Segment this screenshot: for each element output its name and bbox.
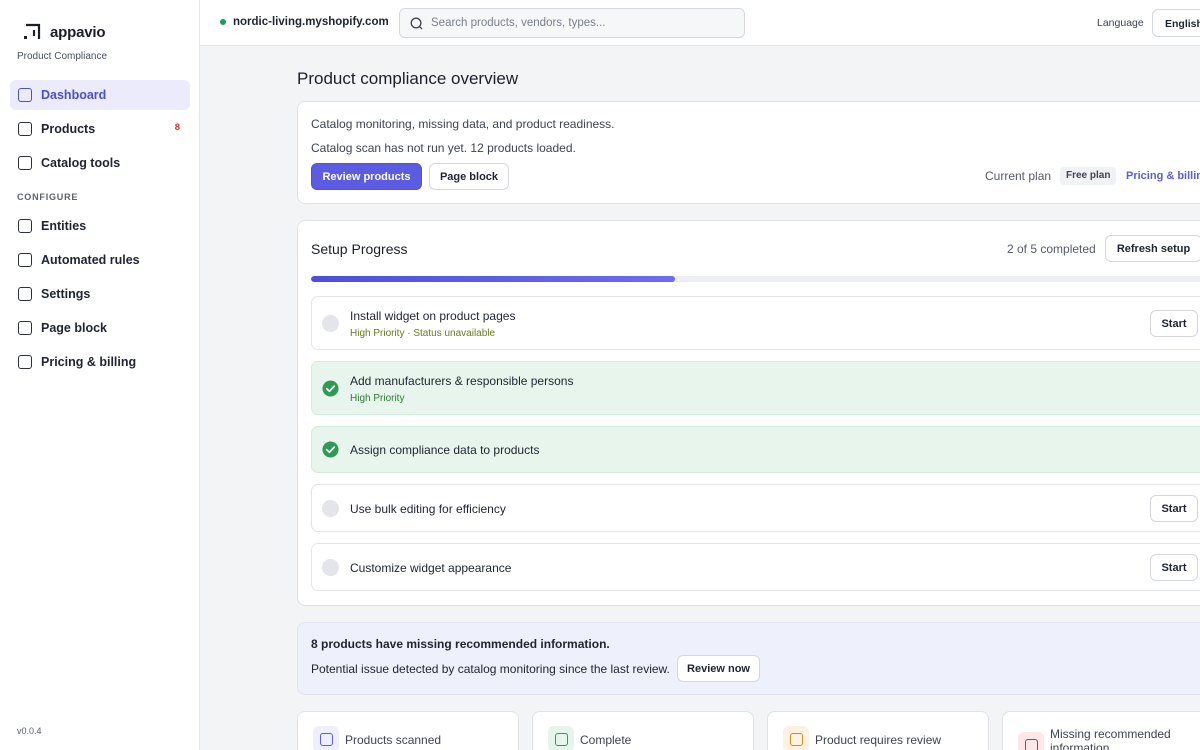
page-block-button[interactable]: Page block: [429, 163, 509, 190]
review-now-button[interactable]: Review now: [677, 655, 760, 682]
stat-icon-box: [313, 726, 339, 750]
sidebar-item-automated-rules[interactable]: Automated rules: [10, 245, 190, 275]
review-icon: [789, 732, 803, 746]
current-plan-label: Current plan: [985, 169, 1052, 183]
language-label: Language: [1097, 17, 1144, 29]
setup-count: 2 of 5 completed: [1007, 242, 1096, 256]
pending-circle-icon: [322, 559, 339, 576]
sidebar-item-page-block[interactable]: Page block: [10, 313, 190, 343]
stat-label: Missing recommended information: [1050, 727, 1171, 750]
task-install-widget: Install widget on product pages High Pri…: [311, 296, 1200, 350]
start-button[interactable]: Start: [1150, 554, 1198, 581]
task-customize-widget: Customize widget appearance Start: [311, 543, 1200, 591]
search-box[interactable]: [399, 8, 745, 38]
dashboard-icon: [18, 88, 32, 102]
products-count-badge: 8: [174, 122, 180, 133]
pricing-billing-link[interactable]: Pricing & billing: [1126, 170, 1200, 182]
setup-progress-card: Setup Progress 2 of 5 completed Refresh …: [297, 220, 1200, 606]
brand[interactable]: appavio: [22, 22, 105, 42]
setup-title: Setup Progress: [311, 241, 408, 257]
sidebar-item-dashboard[interactable]: Dashboard: [10, 80, 190, 110]
search-input[interactable]: [431, 17, 731, 29]
appavio-logo-icon: [24, 23, 41, 39]
sidebar-item-products[interactable]: Products 8: [10, 114, 190, 144]
task-title: Add manufacturers & responsible persons: [350, 374, 574, 388]
settings-icon: [18, 287, 32, 301]
page-title: Product compliance overview: [297, 69, 519, 88]
refresh-setup-button[interactable]: Refresh setup: [1105, 235, 1200, 262]
sidebar: appavio Product Compliance Dashboard Pro…: [0, 0, 200, 750]
pricing-billing-icon: [18, 355, 32, 369]
missing-info-icon: [1024, 738, 1038, 750]
task-title: Use bulk editing for efficiency: [350, 502, 506, 516]
sidebar-item-label: Pricing & billing: [41, 355, 137, 369]
complete-icon: [554, 732, 568, 746]
task-subtitle: High Priority · Status unavailable: [350, 328, 496, 339]
intro-card: Catalog monitoring, missing data, and pr…: [297, 101, 1200, 204]
brand-subtitle: Product Compliance: [17, 51, 108, 62]
alert-text: Potential issue detected by catalog moni…: [311, 662, 670, 676]
brand-name: appavio: [50, 23, 106, 41]
stat-label: Product requires review: [815, 733, 942, 747]
review-products-button[interactable]: Review products: [311, 163, 422, 190]
task-title: Assign compliance data to products: [350, 443, 540, 457]
search-icon: [410, 17, 423, 30]
topbar: nordic-living.myshopify.com Language Eng…: [200, 0, 1200, 46]
app-version: v0.0.4: [17, 726, 42, 736]
intro-description: Catalog monitoring, missing data, and pr…: [311, 117, 615, 131]
sidebar-item-settings[interactable]: Settings: [10, 279, 190, 309]
store-status-dot: [220, 19, 226, 25]
stat-card-requires-review: Product requires review: [767, 711, 989, 750]
sidebar-item-label: Entities: [41, 219, 87, 233]
pending-circle-icon: [322, 500, 339, 517]
start-button[interactable]: Start: [1150, 310, 1198, 337]
scan-status-text: Catalog scan has not run yet. 12 product…: [311, 141, 576, 155]
language-select[interactable]: English: [1152, 9, 1200, 37]
start-button[interactable]: Start: [1150, 495, 1198, 522]
page-block-icon: [18, 321, 32, 335]
task-assign-compliance-data: Assign compliance data to products: [311, 426, 1200, 473]
alert-title: 8 products have missing recommended info…: [311, 637, 610, 651]
pending-circle-icon: [322, 315, 339, 332]
stat-icon-box: [783, 726, 809, 750]
plan-badge: Free plan: [1060, 167, 1117, 185]
stat-icon-box: [548, 726, 574, 750]
sidebar-item-label: Page block: [41, 321, 107, 335]
scanned-icon: [319, 732, 333, 746]
setup-progress-fill: [311, 276, 675, 282]
sidebar-item-pricing-billing[interactable]: Pricing & billing: [10, 347, 190, 377]
stat-label: Complete: [580, 733, 632, 747]
store-domain: nordic-living.myshopify.com: [233, 16, 389, 28]
task-title: Customize widget appearance: [350, 561, 512, 575]
store-indicator: nordic-living.myshopify.com: [220, 16, 389, 28]
catalog-tools-icon: [18, 156, 32, 170]
entities-icon: [18, 219, 32, 233]
sidebar-item-entities[interactable]: Entities: [10, 211, 190, 241]
automated-rules-icon: [18, 253, 32, 267]
task-title: Install widget on product pages: [350, 309, 516, 323]
sidebar-item-label: Automated rules: [41, 253, 140, 267]
task-bulk-editing: Use bulk editing for efficiency Start: [311, 484, 1200, 532]
stat-card-products-scanned: Products scanned: [297, 711, 519, 750]
task-subtitle: High Priority: [350, 393, 405, 404]
missing-info-alert: 8 products have missing recommended info…: [297, 622, 1200, 695]
setup-progress-bar: [311, 276, 1200, 282]
stat-card-complete: Complete: [532, 711, 754, 750]
sidebar-item-label: Dashboard: [41, 88, 107, 102]
sidebar-item-catalog-tools[interactable]: Catalog tools: [10, 148, 190, 178]
sidebar-nav: Dashboard Products 8 Catalog tools CONFI…: [10, 80, 190, 381]
products-icon: [18, 122, 32, 136]
task-add-manufacturers: Add manufacturers & responsible persons …: [311, 361, 1200, 415]
check-circle-icon: [322, 441, 339, 458]
stat-icon-box: [1018, 732, 1044, 750]
stat-label: Products scanned: [345, 733, 442, 747]
stat-card-missing-info: Missing recommended information: [1002, 711, 1200, 750]
sidebar-item-label: Catalog tools: [41, 156, 121, 170]
sidebar-section-configure: CONFIGURE: [17, 192, 79, 202]
check-circle-icon: [322, 380, 339, 397]
sidebar-item-label: Settings: [41, 287, 91, 301]
sidebar-item-label: Products: [41, 122, 96, 136]
